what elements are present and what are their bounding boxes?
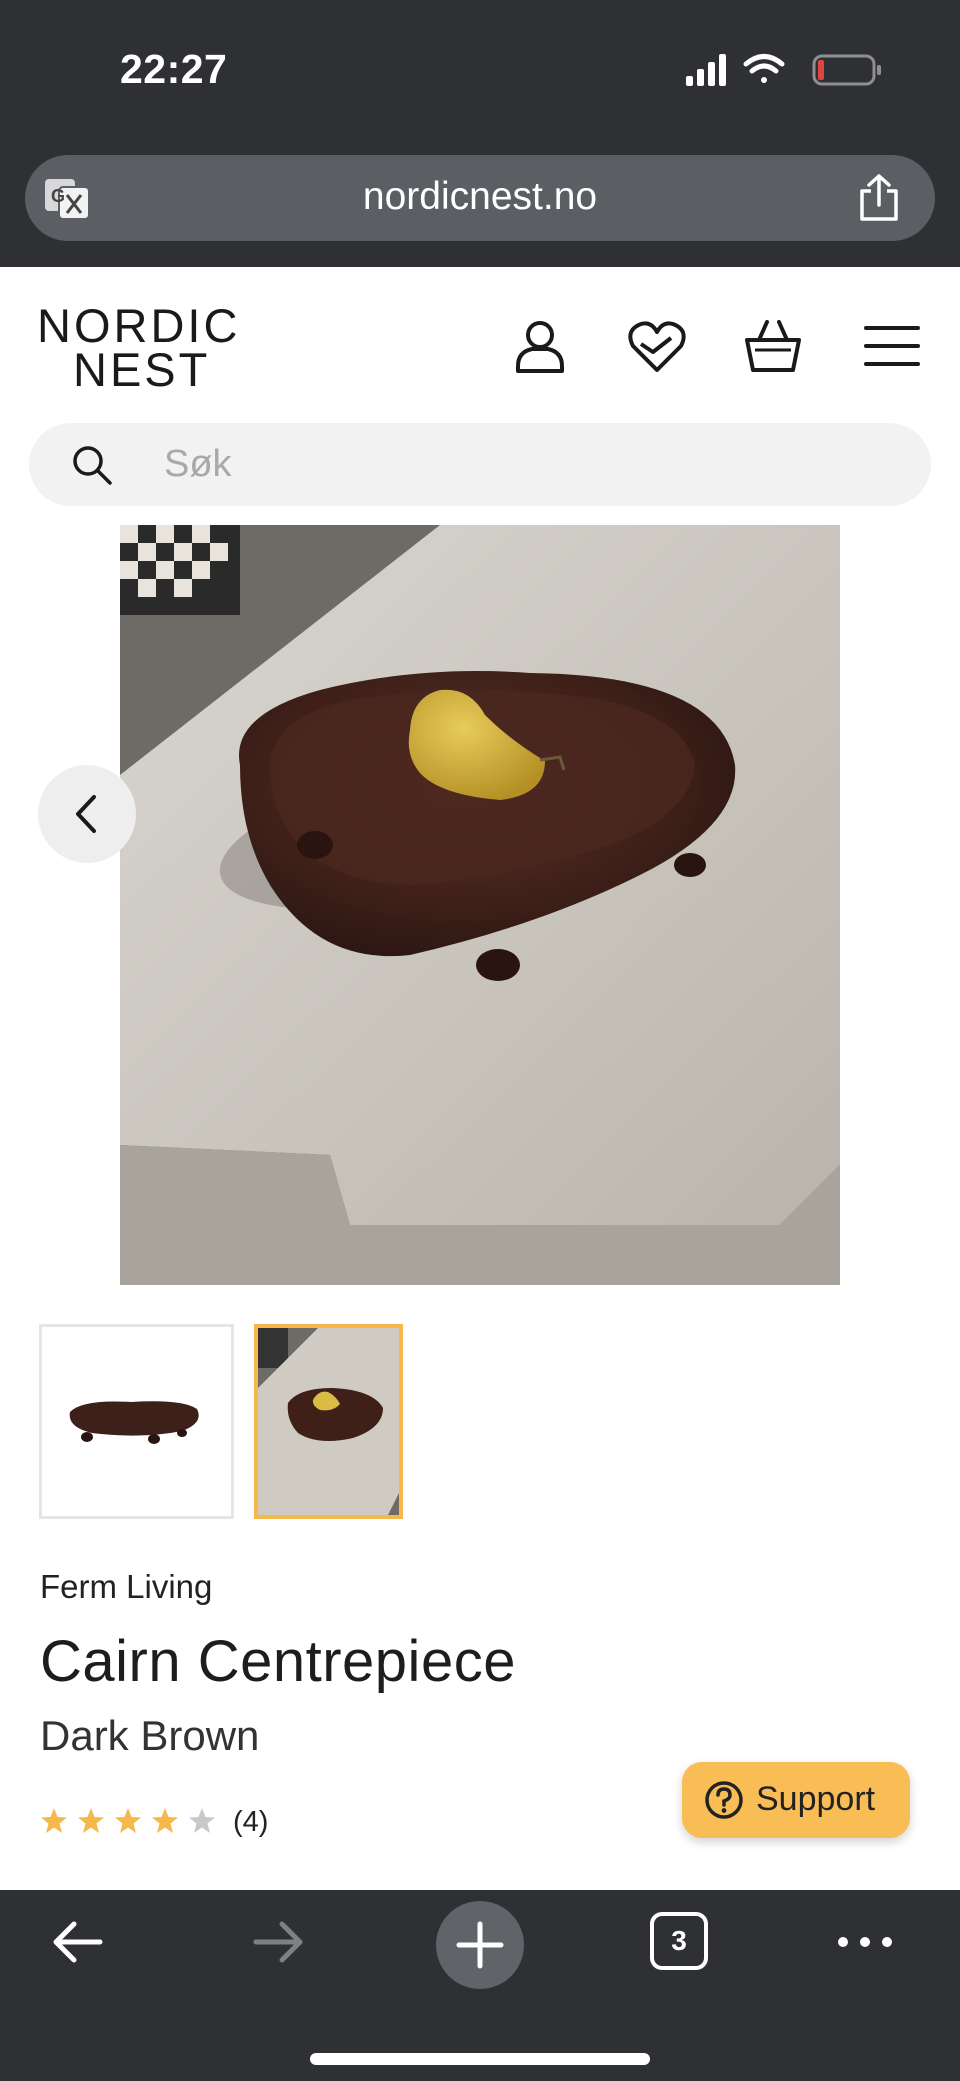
new-tab-plus-icon[interactable] — [435, 1900, 525, 1990]
logo-line-1: NORDIC — [37, 299, 241, 352]
tabs-button[interactable]: 3 — [650, 1912, 708, 1970]
thumbnail-2[interactable] — [254, 1324, 403, 1519]
product-variant: Dark Brown — [40, 1712, 260, 1759]
logo-line-2: NEST — [73, 343, 211, 396]
previous-image-button[interactable] — [38, 765, 136, 863]
thumbnail-2-image — [258, 1328, 399, 1515]
star-icon — [78, 1808, 104, 1833]
status-icons — [686, 54, 881, 86]
battery-icon — [812, 54, 881, 86]
thumbnail-1-image — [42, 1327, 231, 1516]
more-menu-icon[interactable] — [835, 1912, 895, 1972]
wishlist-icon[interactable] — [627, 316, 687, 376]
product-title: Cairn Centrepiece — [40, 1629, 516, 1694]
wifi-icon — [743, 54, 785, 83]
rating-stars[interactable] — [40, 1806, 220, 1842]
tab-count: 3 — [650, 1912, 708, 1970]
support-label: Support — [756, 1780, 876, 1818]
menu-icon[interactable] — [862, 316, 922, 376]
product-photo — [120, 525, 840, 1285]
browser-top-chrome: 22:27 G nordicnest.no — [0, 0, 960, 267]
share-icon[interactable] — [857, 173, 901, 223]
basket-icon[interactable] — [743, 316, 803, 376]
product-main-image[interactable] — [120, 525, 840, 1285]
browser-bottom-toolbar: 3 — [0, 1890, 960, 2081]
search-bar[interactable] — [29, 423, 931, 506]
review-count[interactable]: (4) — [233, 1806, 268, 1839]
thumbnail-1[interactable] — [39, 1324, 234, 1519]
support-button[interactable]: Support — [682, 1762, 910, 1838]
site-logo[interactable]: NORDIC NEST — [37, 300, 237, 396]
home-indicator — [310, 2053, 650, 2065]
star-icon — [115, 1808, 141, 1833]
chevron-left-icon — [76, 795, 96, 833]
status-time: 22:27 — [120, 46, 228, 92]
help-icon — [705, 1781, 743, 1819]
star-empty-icon — [189, 1808, 215, 1833]
star-icon — [152, 1808, 178, 1833]
back-arrow-icon[interactable] — [48, 1912, 108, 1972]
forward-arrow-icon[interactable] — [248, 1912, 308, 1972]
signal-icon — [686, 54, 726, 86]
product-brand[interactable]: Ferm Living — [40, 1568, 212, 1606]
account-icon[interactable] — [510, 316, 570, 376]
search-input[interactable] — [164, 439, 864, 489]
search-icon — [73, 446, 112, 485]
address-bar[interactable]: G nordicnest.no — [25, 155, 935, 241]
url-text[interactable]: nordicnest.no — [25, 175, 935, 219]
star-icon — [41, 1808, 67, 1833]
